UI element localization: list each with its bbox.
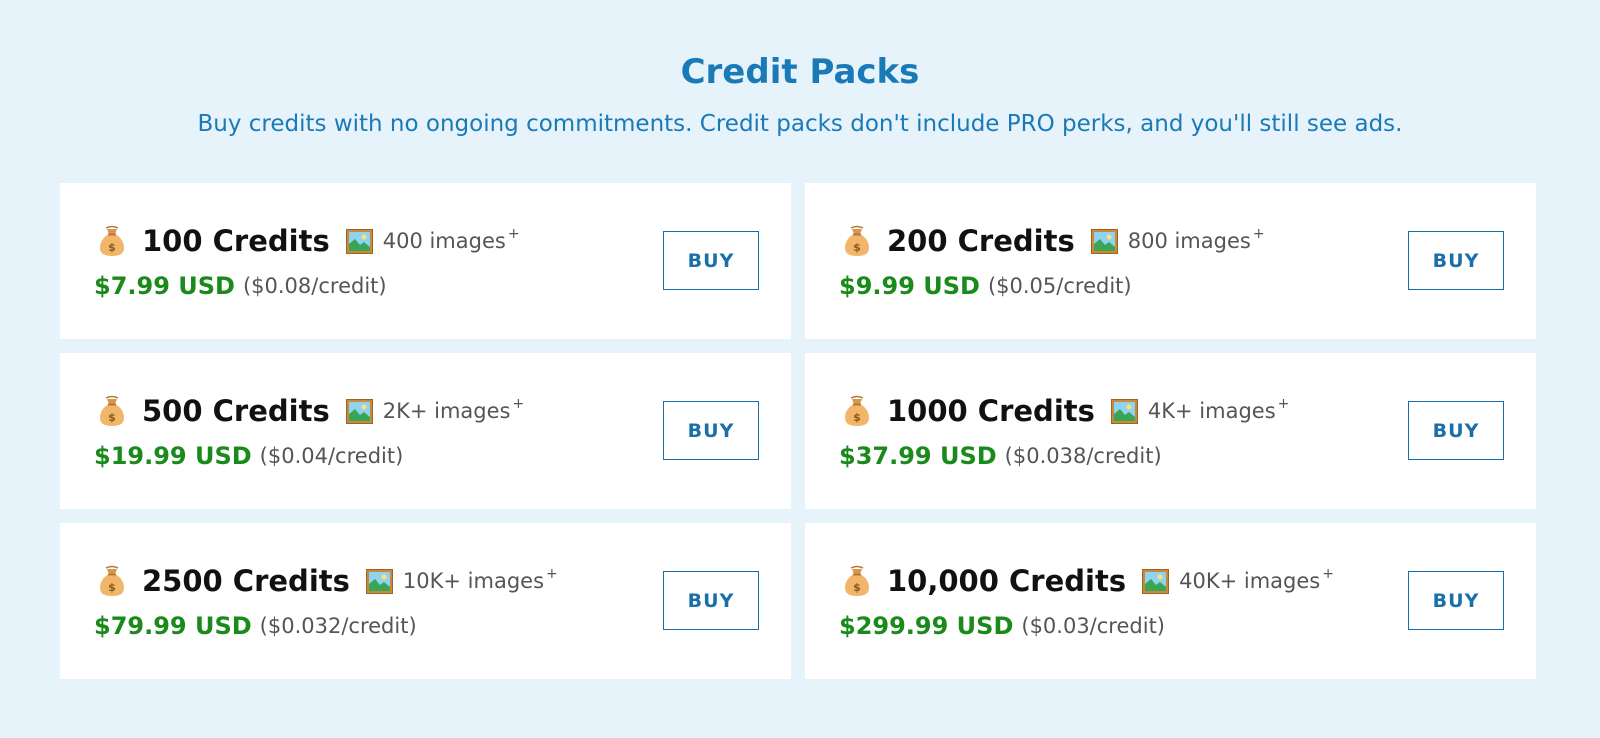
- pack-title-row: $ 10,000 Credits 40K+ images +: [843, 561, 1334, 601]
- buy-button[interactable]: BUY: [663, 401, 759, 460]
- credit-pack-card: $ 1000 Credits 4K+ images + $37.99 USD ($…: [805, 353, 1536, 509]
- money-bag-icon: $: [98, 395, 126, 427]
- pack-title-row: $ 1000 Credits 4K+ images +: [843, 391, 1289, 431]
- pack-images: 4K+ images +: [1147, 396, 1290, 423]
- money-bag-icon: $: [843, 395, 871, 427]
- credit-pack-card: $ 500 Credits 2K+ images + $19.99 USD ($0…: [60, 353, 791, 509]
- pack-images-superscript: +: [512, 396, 525, 412]
- pack-images-label: 4K+ images: [1147, 399, 1276, 423]
- svg-text:$: $: [853, 581, 861, 594]
- pack-price-row: $9.99 USD ($0.05/credit): [839, 269, 1132, 303]
- buy-button[interactable]: BUY: [663, 571, 759, 630]
- buy-button[interactable]: BUY: [1408, 401, 1504, 460]
- pack-images: 800 images +: [1127, 226, 1265, 253]
- svg-text:$: $: [108, 241, 116, 254]
- pack-credits: 1000 Credits: [887, 394, 1095, 428]
- pack-price: $37.99 USD: [839, 442, 997, 470]
- pack-per-credit: ($0.08/credit): [242, 274, 387, 298]
- pack-credits: 10,000 Credits: [887, 564, 1127, 598]
- pack-images-superscript: +: [1322, 566, 1334, 582]
- pack-per-credit: ($0.032/credit): [259, 614, 417, 638]
- buy-button[interactable]: BUY: [663, 231, 759, 290]
- credit-packs-page: Credit Packs Buy credits with no ongoing…: [0, 0, 1600, 738]
- pack-credits: 500 Credits: [142, 394, 330, 428]
- svg-text:$: $: [853, 411, 861, 424]
- pack-title-row: $ 2500 Credits 10K+ images +: [98, 561, 558, 601]
- svg-text:$: $: [108, 411, 116, 424]
- svg-text:$: $: [853, 241, 861, 254]
- credit-pack-card: $ 100 Credits 400 images + $7.99 USD ($0.…: [60, 183, 791, 339]
- pack-price: $79.99 USD: [94, 612, 252, 640]
- pack-title-row: $ 500 Credits 2K+ images +: [98, 391, 524, 431]
- framed-picture-icon: [1090, 228, 1118, 254]
- pack-price: $7.99 USD: [94, 272, 235, 300]
- money-bag-icon: $: [98, 225, 126, 257]
- pack-images-label: 400 images: [382, 229, 506, 253]
- pack-title-row: $ 200 Credits 800 images +: [843, 221, 1265, 261]
- pack-title-row: $ 100 Credits 400 images +: [98, 221, 520, 261]
- pack-credits: 2500 Credits: [142, 564, 350, 598]
- pack-price: $299.99 USD: [839, 612, 1014, 640]
- framed-picture-icon: [1110, 398, 1138, 424]
- page-title: Credit Packs: [680, 52, 920, 92]
- pack-price-row: $7.99 USD ($0.08/credit): [94, 269, 387, 303]
- credit-pack-grid: $ 100 Credits 400 images + $7.99 USD ($0.…: [60, 183, 1536, 679]
- pack-images-superscript: +: [507, 226, 520, 242]
- money-bag-icon: $: [98, 565, 126, 597]
- credit-pack-card: $ 200 Credits 800 images + $9.99 USD ($0.…: [805, 183, 1536, 339]
- framed-picture-icon: [365, 568, 393, 594]
- pack-images: 400 images +: [382, 226, 520, 253]
- credit-pack-card: $ 10,000 Credits 40K+ images + $299.99 US…: [805, 523, 1536, 679]
- pack-price: $9.99 USD: [839, 272, 980, 300]
- pack-credits: 100 Credits: [142, 224, 330, 258]
- credit-pack-card: $ 2500 Credits 10K+ images + $79.99 USD (…: [60, 523, 791, 679]
- pack-images-superscript: +: [1277, 396, 1290, 412]
- money-bag-icon: $: [843, 565, 871, 597]
- pack-per-credit: ($0.05/credit): [987, 274, 1132, 298]
- pack-images-label: 800 images: [1127, 229, 1251, 253]
- framed-picture-icon: [345, 398, 373, 424]
- framed-picture-icon: [345, 228, 373, 254]
- pack-images-label: 40K+ images: [1179, 569, 1321, 593]
- pack-per-credit: ($0.038/credit): [1004, 444, 1162, 468]
- pack-images-superscript: +: [1252, 226, 1265, 242]
- pack-images: 40K+ images +: [1179, 566, 1334, 593]
- framed-picture-icon: [1142, 568, 1170, 594]
- svg-text:$: $: [108, 581, 116, 594]
- pack-images: 2K+ images +: [382, 396, 525, 423]
- pack-images-label: 2K+ images: [382, 399, 511, 423]
- pack-per-credit: ($0.04/credit): [259, 444, 404, 468]
- pack-price-row: $19.99 USD ($0.04/credit): [94, 439, 403, 473]
- buy-button[interactable]: BUY: [1408, 571, 1504, 630]
- buy-button[interactable]: BUY: [1408, 231, 1504, 290]
- pack-images: 10K+ images +: [402, 566, 558, 593]
- pack-price-row: $79.99 USD ($0.032/credit): [94, 609, 417, 643]
- page-subtitle: Buy credits with no ongoing commitments.…: [197, 111, 1403, 137]
- pack-price: $19.99 USD: [94, 442, 252, 470]
- pack-credits: 200 Credits: [887, 224, 1075, 258]
- pack-images-superscript: +: [546, 566, 558, 582]
- pack-price-row: $37.99 USD ($0.038/credit): [839, 439, 1162, 473]
- pack-images-label: 10K+ images: [402, 569, 545, 593]
- money-bag-icon: $: [843, 225, 871, 257]
- pack-per-credit: ($0.03/credit): [1021, 614, 1165, 638]
- pack-price-row: $299.99 USD ($0.03/credit): [839, 609, 1165, 643]
